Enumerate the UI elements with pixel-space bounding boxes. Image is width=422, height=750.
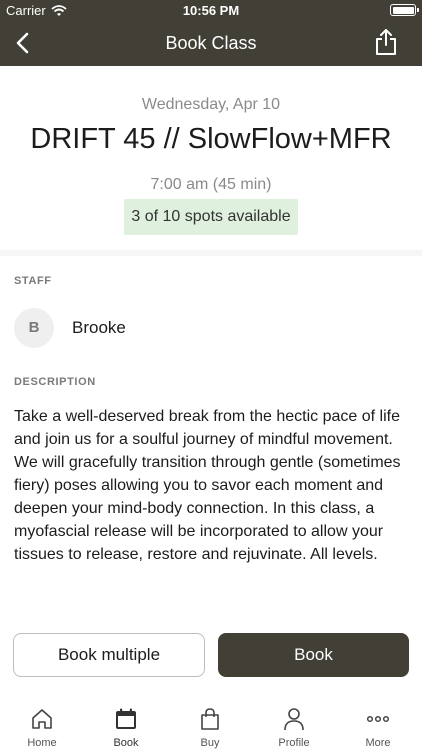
avatar: B	[14, 308, 54, 348]
tab-more[interactable]: More	[336, 697, 420, 750]
profile-icon	[284, 708, 304, 731]
tab-buy-label: Buy	[200, 737, 220, 749]
share-icon[interactable]	[374, 28, 398, 56]
class-name: DRIFT 45 // SlowFlow+MFR	[30, 123, 392, 155]
status-time: 10:56 PM	[182, 3, 240, 18]
page-title: Book Class	[165, 33, 257, 53]
class-header: Wednesday, Apr 10 DRIFT 45 // SlowFlow+M…	[0, 66, 422, 250]
battery-icon	[390, 4, 419, 16]
tab-book[interactable]: Book	[84, 697, 168, 750]
tab-book-label: Book	[113, 737, 139, 749]
description-section-label: DESCRIPTION	[14, 376, 96, 388]
shopping-bag-icon	[201, 708, 219, 730]
tab-home[interactable]: Home	[0, 697, 84, 750]
calendar-icon	[116, 708, 136, 729]
staff-section-label: STAFF	[14, 275, 52, 287]
staff-name[interactable]: Brooke	[72, 318, 126, 338]
class-date: Wednesday, Apr 10	[141, 96, 281, 113]
nav-bar: Book Class	[0, 20, 422, 66]
class-time: 7:00 am (45 min)	[150, 176, 272, 193]
spots-badge: 3 of 10 spots available	[124, 199, 298, 235]
book-button[interactable]: Book	[218, 633, 409, 677]
tab-bar: Home Book Buy Profile More	[0, 697, 422, 750]
section-divider	[0, 250, 422, 256]
more-icon	[366, 715, 390, 723]
tab-profile[interactable]: Profile	[252, 697, 336, 750]
class-description: Take a well-deserved break from the hect…	[14, 408, 401, 563]
tab-profile-label: Profile	[278, 737, 310, 749]
tab-home-label: Home	[27, 737, 57, 749]
home-icon	[32, 709, 52, 729]
tab-buy[interactable]: Buy	[168, 697, 252, 750]
tab-more-label: More	[365, 737, 391, 749]
status-bar: Carrier 10:56 PM	[0, 0, 422, 20]
book-multiple-button[interactable]: Book multiple	[13, 633, 205, 677]
